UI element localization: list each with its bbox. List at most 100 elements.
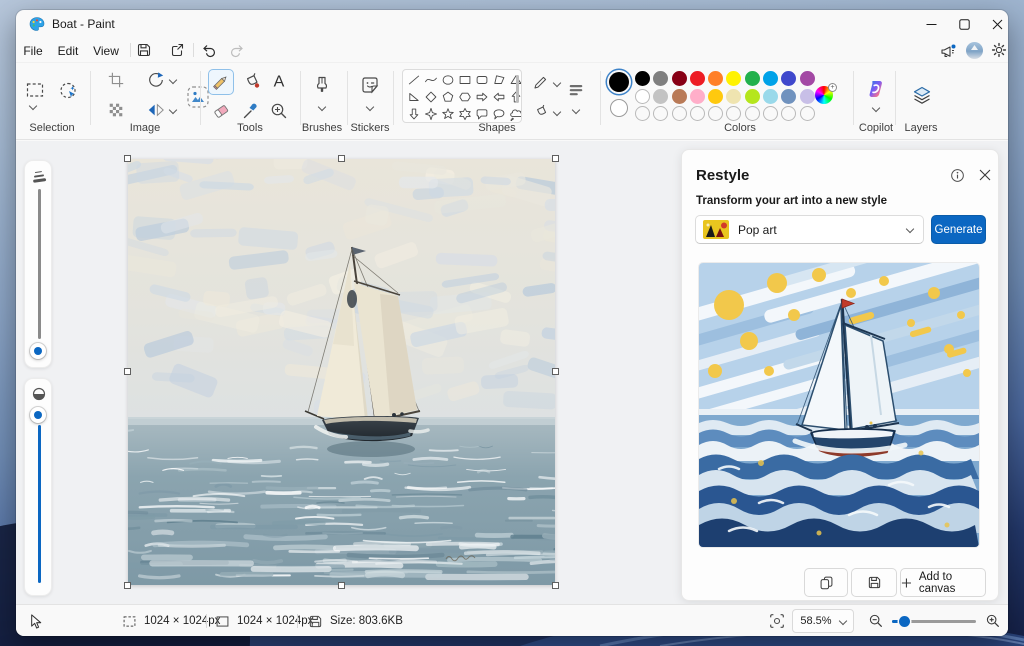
menu-view[interactable]: View: [88, 41, 124, 60]
color-picker-tool[interactable]: [241, 101, 261, 121]
palette-color[interactable]: [763, 89, 778, 104]
save-result-button[interactable]: [851, 568, 897, 597]
selection-handle-top-middle[interactable]: [338, 155, 345, 162]
shape-options-button[interactable]: [567, 81, 585, 99]
brushes-button[interactable]: [312, 75, 332, 95]
opacity-slider-track[interactable]: [38, 425, 41, 583]
zoom-slider-track[interactable]: [892, 620, 976, 623]
shape-line-icon[interactable]: [407, 73, 421, 87]
undo-button[interactable]: [201, 42, 217, 58]
zoom-in-button[interactable]: [985, 613, 1001, 629]
shape-five-point-star-icon[interactable]: [441, 107, 455, 121]
shape-fill-chevron[interactable]: [553, 109, 560, 116]
palette-color[interactable]: [708, 106, 723, 121]
palette-color[interactable]: [745, 106, 760, 121]
text-tool[interactable]: A: [269, 71, 289, 91]
feedback-button[interactable]: [940, 43, 956, 59]
selection-handle-middle-right[interactable]: [552, 368, 559, 375]
shape-rectangle-icon[interactable]: [458, 73, 472, 87]
shape-down-arrow-icon[interactable]: [407, 107, 421, 121]
restyle-info-button[interactable]: [944, 162, 970, 188]
style-dropdown[interactable]: Pop art: [695, 215, 924, 244]
palette-color[interactable]: [800, 71, 815, 86]
palette-color[interactable]: [708, 71, 723, 86]
thickness-slider-track[interactable]: [38, 189, 41, 339]
palette-color[interactable]: [726, 106, 741, 121]
shape-cloud-callout-icon[interactable]: [509, 107, 522, 121]
palette-color[interactable]: [763, 71, 778, 86]
shape-oval-callout-icon[interactable]: [492, 107, 506, 121]
copy-result-button[interactable]: [804, 568, 848, 597]
close-button[interactable]: [977, 10, 1008, 38]
palette-color[interactable]: [690, 71, 705, 86]
shape-outline-button[interactable]: [532, 74, 549, 91]
fill-tool[interactable]: [241, 71, 261, 91]
fit-to-window-button[interactable]: [768, 612, 786, 630]
palette-color[interactable]: [653, 106, 668, 121]
opacity-slider-thumb[interactable]: [30, 407, 46, 423]
shape-rounded-callout-icon[interactable]: [475, 107, 489, 121]
generate-button[interactable]: Generate: [931, 215, 986, 244]
redo-button[interactable]: [229, 42, 245, 58]
menu-edit[interactable]: Edit: [52, 41, 84, 60]
palette-color[interactable]: [653, 89, 668, 104]
palette-color[interactable]: [781, 89, 796, 104]
copilot-dropdown-chevron[interactable]: [872, 105, 879, 112]
shape-right-arrow-icon[interactable]: [475, 90, 489, 104]
account-avatar[interactable]: [966, 42, 983, 59]
palette-color[interactable]: [800, 106, 815, 121]
palette-color[interactable]: [781, 71, 796, 86]
foreground-color-swatch[interactable]: [609, 72, 629, 92]
shape-hexagon-icon[interactable]: [458, 90, 472, 104]
shape-diamond-icon[interactable]: [424, 90, 438, 104]
menu-file[interactable]: File: [18, 41, 48, 60]
zoom-slider-thumb[interactable]: [899, 616, 910, 627]
shape-rounded-rectangle-icon[interactable]: [475, 73, 489, 87]
shape-curve-icon[interactable]: [424, 73, 438, 87]
palette-color[interactable]: [672, 89, 687, 104]
shape-six-point-star-icon[interactable]: [458, 107, 472, 121]
crop-button[interactable]: [107, 71, 125, 89]
rotate-button[interactable]: [147, 71, 165, 89]
selection-handle-bottom-middle[interactable]: [338, 582, 345, 589]
settings-button[interactable]: [991, 42, 1007, 58]
shape-pentagon-icon[interactable]: [441, 90, 455, 104]
share-button[interactable]: [169, 42, 185, 58]
rectangle-select-tool[interactable]: [25, 80, 45, 100]
resize-button[interactable]: [107, 101, 125, 119]
brushes-dropdown-chevron[interactable]: [318, 104, 325, 111]
shape-outline-chevron[interactable]: [553, 80, 560, 87]
remove-background-button[interactable]: [186, 85, 210, 109]
stickers-button[interactable]: [360, 75, 380, 95]
selection-dropdown-chevron[interactable]: [29, 103, 36, 110]
palette-color[interactable]: [726, 89, 741, 104]
stickers-dropdown-chevron[interactable]: [366, 104, 373, 111]
layers-button[interactable]: [912, 85, 932, 105]
background-color-swatch[interactable]: [610, 99, 628, 117]
shapes-gallery-scrollbar[interactable]: [516, 75, 519, 103]
palette-color[interactable]: [708, 89, 723, 104]
selection-handle-top-left[interactable]: [124, 155, 131, 162]
palette-color[interactable]: [690, 89, 705, 104]
shape-fill-button[interactable]: [532, 103, 549, 120]
magnifier-tool[interactable]: [269, 101, 289, 121]
selection-handle-top-right[interactable]: [552, 155, 559, 162]
rotate-dropdown-chevron[interactable]: [169, 77, 176, 84]
palette-color[interactable]: [635, 89, 650, 104]
shape-options-chevron[interactable]: [572, 107, 579, 114]
selection-handle-bottom-left[interactable]: [124, 582, 131, 589]
canvas[interactable]: [128, 159, 555, 585]
thickness-slider-thumb[interactable]: [30, 343, 46, 359]
add-to-canvas-button[interactable]: Add to canvas: [900, 568, 986, 597]
zoom-out-button[interactable]: [868, 613, 884, 629]
pencil-tool-selected[interactable]: [208, 69, 234, 95]
flip-dropdown-chevron[interactable]: [169, 107, 176, 114]
shape-left-arrow-icon[interactable]: [492, 90, 506, 104]
palette-color[interactable]: [800, 89, 815, 104]
flip-button[interactable]: [147, 101, 165, 119]
selection-handle-bottom-right[interactable]: [552, 582, 559, 589]
palette-color[interactable]: [781, 106, 796, 121]
palette-color[interactable]: [763, 106, 778, 121]
restyle-close-button[interactable]: [972, 162, 998, 188]
palette-color[interactable]: [635, 106, 650, 121]
